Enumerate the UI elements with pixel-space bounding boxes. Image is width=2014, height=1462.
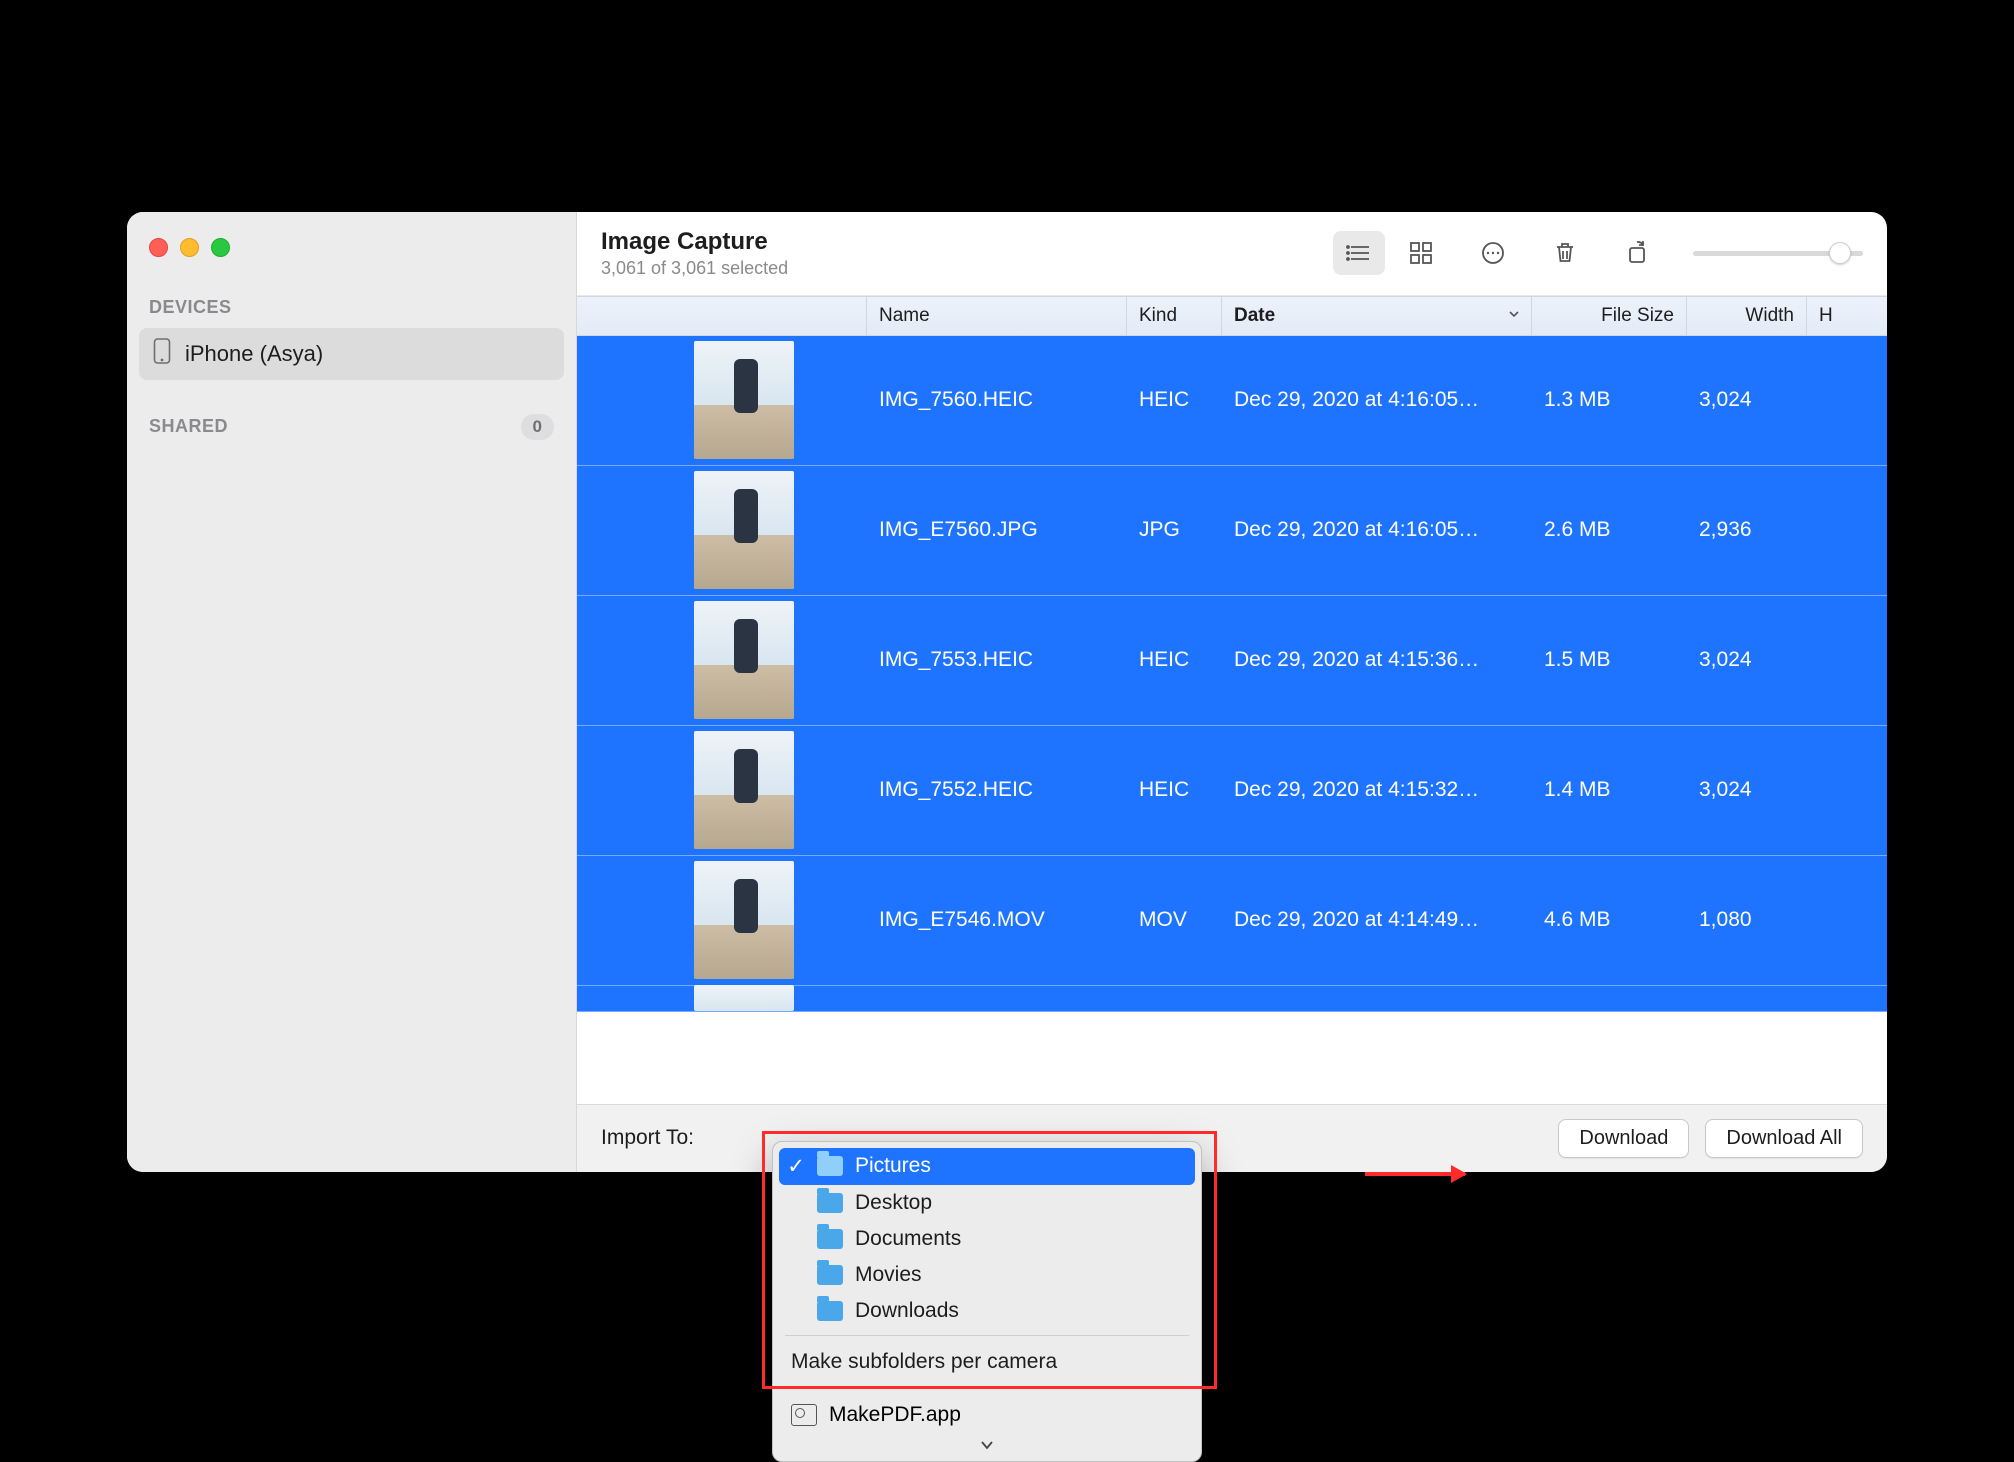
checkmark-icon: ✓ bbox=[787, 1154, 805, 1179]
delete-button[interactable] bbox=[1539, 231, 1591, 275]
download-all-button[interactable]: Download All bbox=[1705, 1119, 1863, 1158]
menu-separator bbox=[785, 1335, 1189, 1336]
column-date[interactable]: Date bbox=[1222, 297, 1532, 335]
table-row[interactable] bbox=[577, 986, 1887, 1012]
cell-width: 3,024 bbox=[1687, 336, 1807, 465]
toolbar: Image Capture 3,061 of 3,061 selected bbox=[577, 212, 1887, 296]
table-row[interactable]: IMG_E7546.MOVMOVDec 29, 2020 at 4:14:49…… bbox=[577, 856, 1887, 986]
cell-kind: MOV bbox=[1127, 856, 1222, 985]
cell-kind: HEIC bbox=[1127, 596, 1222, 725]
sidebar: DEVICES iPhone (Asya) SHARED 0 bbox=[127, 212, 577, 1172]
app-icon bbox=[791, 1404, 817, 1426]
close-window-icon[interactable] bbox=[149, 238, 168, 257]
device-label: iPhone (Asya) bbox=[185, 341, 323, 367]
column-thumbnail[interactable] bbox=[577, 297, 867, 335]
column-size[interactable]: File Size bbox=[1532, 297, 1687, 335]
column-height[interactable]: H bbox=[1807, 297, 1887, 335]
chevron-down-icon[interactable] bbox=[773, 1435, 1201, 1453]
menu-separator bbox=[785, 1388, 1189, 1389]
table-row[interactable]: IMG_7560.HEICHEICDec 29, 2020 at 4:16:05… bbox=[577, 336, 1887, 466]
more-actions-button[interactable] bbox=[1467, 231, 1519, 275]
cell-width: 1,080 bbox=[1687, 856, 1807, 985]
table-body: IMG_7560.HEICHEICDec 29, 2020 at 4:16:05… bbox=[577, 336, 1887, 1104]
main-panel: Image Capture 3,061 of 3,061 selected Na… bbox=[577, 212, 1887, 1172]
folder-icon bbox=[817, 1193, 843, 1213]
devices-heading: DEVICES bbox=[127, 283, 576, 328]
grid-view-button[interactable] bbox=[1395, 231, 1447, 275]
thumbnail-icon bbox=[694, 985, 794, 1011]
phone-icon bbox=[153, 338, 171, 370]
cell-kind: HEIC bbox=[1127, 336, 1222, 465]
column-kind[interactable]: Kind bbox=[1127, 297, 1222, 335]
menu-item-label: Movies bbox=[855, 1263, 922, 1287]
selection-subtitle: 3,061 of 3,061 selected bbox=[601, 258, 788, 279]
cell-date: Dec 29, 2020 at 4:15:32… bbox=[1222, 726, 1532, 855]
cell-date: Dec 29, 2020 at 4:16:05… bbox=[1222, 336, 1532, 465]
cell-kind: JPG bbox=[1127, 466, 1222, 595]
download-button[interactable]: Download bbox=[1558, 1119, 1689, 1158]
cell-date: Dec 29, 2020 at 4:15:36… bbox=[1222, 596, 1532, 725]
cell-width: 3,024 bbox=[1687, 596, 1807, 725]
cell-size: 1.3 MB bbox=[1532, 336, 1687, 465]
fullscreen-window-icon[interactable] bbox=[211, 238, 230, 257]
thumbnail-icon bbox=[694, 861, 794, 979]
table-row[interactable]: IMG_E7560.JPGJPGDec 29, 2020 at 4:16:05…… bbox=[577, 466, 1887, 596]
open-with-app[interactable]: MakePDF.app bbox=[773, 1395, 1201, 1435]
import-to-label: Import To: bbox=[601, 1126, 694, 1150]
image-capture-window: DEVICES iPhone (Asya) SHARED 0 Image Cap… bbox=[127, 212, 1887, 1172]
cell-name: IMG_E7546.MOV bbox=[867, 856, 1127, 985]
menu-item-desktop[interactable]: Desktop bbox=[773, 1185, 1201, 1221]
sidebar-item-iphone[interactable]: iPhone (Asya) bbox=[139, 328, 564, 380]
shared-heading: SHARED bbox=[149, 416, 228, 437]
table-header: Name Kind Date File Size Width H bbox=[577, 296, 1887, 336]
table-row[interactable]: IMG_7553.HEICHEICDec 29, 2020 at 4:15:36… bbox=[577, 596, 1887, 726]
import-destination-menu: ✓ Pictures Desktop Documents Movies Downloads… bbox=[772, 1141, 1202, 1462]
rotate-button[interactable] bbox=[1611, 231, 1663, 275]
cell-name: IMG_7560.HEIC bbox=[867, 336, 1127, 465]
minimize-window-icon[interactable] bbox=[180, 238, 199, 257]
cell-name: IMG_7552.HEIC bbox=[867, 726, 1127, 855]
table-row[interactable]: IMG_7552.HEICHEICDec 29, 2020 at 4:15:32… bbox=[577, 726, 1887, 856]
column-width[interactable]: Width bbox=[1687, 297, 1807, 335]
menu-item-pictures[interactable]: ✓ Pictures bbox=[779, 1148, 1195, 1185]
thumbnail-size-slider[interactable] bbox=[1693, 251, 1863, 256]
cell-size: 2.6 MB bbox=[1532, 466, 1687, 595]
cell-size: 4.6 MB bbox=[1532, 856, 1687, 985]
folder-icon bbox=[817, 1265, 843, 1285]
folder-icon bbox=[817, 1156, 843, 1176]
cell-size: 1.5 MB bbox=[1532, 596, 1687, 725]
folder-icon bbox=[817, 1301, 843, 1321]
cell-date: Dec 29, 2020 at 4:14:49… bbox=[1222, 856, 1532, 985]
slider-knob-icon[interactable] bbox=[1829, 242, 1851, 264]
cell-size: 1.4 MB bbox=[1532, 726, 1687, 855]
cell-name: IMG_7553.HEIC bbox=[867, 596, 1127, 725]
cell-name: IMG_E7560.JPG bbox=[867, 466, 1127, 595]
shared-count-badge: 0 bbox=[521, 414, 554, 440]
menu-item-documents[interactable]: Documents bbox=[773, 1221, 1201, 1257]
menu-item-downloads[interactable]: Downloads bbox=[773, 1293, 1201, 1329]
thumbnail-icon bbox=[694, 471, 794, 589]
folder-icon bbox=[817, 1229, 843, 1249]
menu-item-label: Documents bbox=[855, 1227, 961, 1251]
page-title: Image Capture bbox=[601, 228, 788, 256]
list-view-button[interactable] bbox=[1333, 231, 1385, 275]
window-controls bbox=[127, 228, 576, 283]
thumbnail-icon bbox=[694, 341, 794, 459]
menu-item-movies[interactable]: Movies bbox=[773, 1257, 1201, 1293]
chevron-down-icon bbox=[1507, 305, 1521, 327]
cell-width: 3,024 bbox=[1687, 726, 1807, 855]
cell-date: Dec 29, 2020 at 4:16:05… bbox=[1222, 466, 1532, 595]
cell-kind: HEIC bbox=[1127, 726, 1222, 855]
thumbnail-icon bbox=[694, 731, 794, 849]
annotation-arrow-icon bbox=[1365, 1172, 1465, 1176]
column-name[interactable]: Name bbox=[867, 297, 1127, 335]
cell-width: 2,936 bbox=[1687, 466, 1807, 595]
menu-item-label: Pictures bbox=[855, 1154, 931, 1178]
menu-item-label: Downloads bbox=[855, 1299, 959, 1323]
menu-item-label: Desktop bbox=[855, 1191, 932, 1215]
thumbnail-icon bbox=[694, 601, 794, 719]
subfolders-option[interactable]: Make subfolders per camera bbox=[773, 1342, 1201, 1382]
